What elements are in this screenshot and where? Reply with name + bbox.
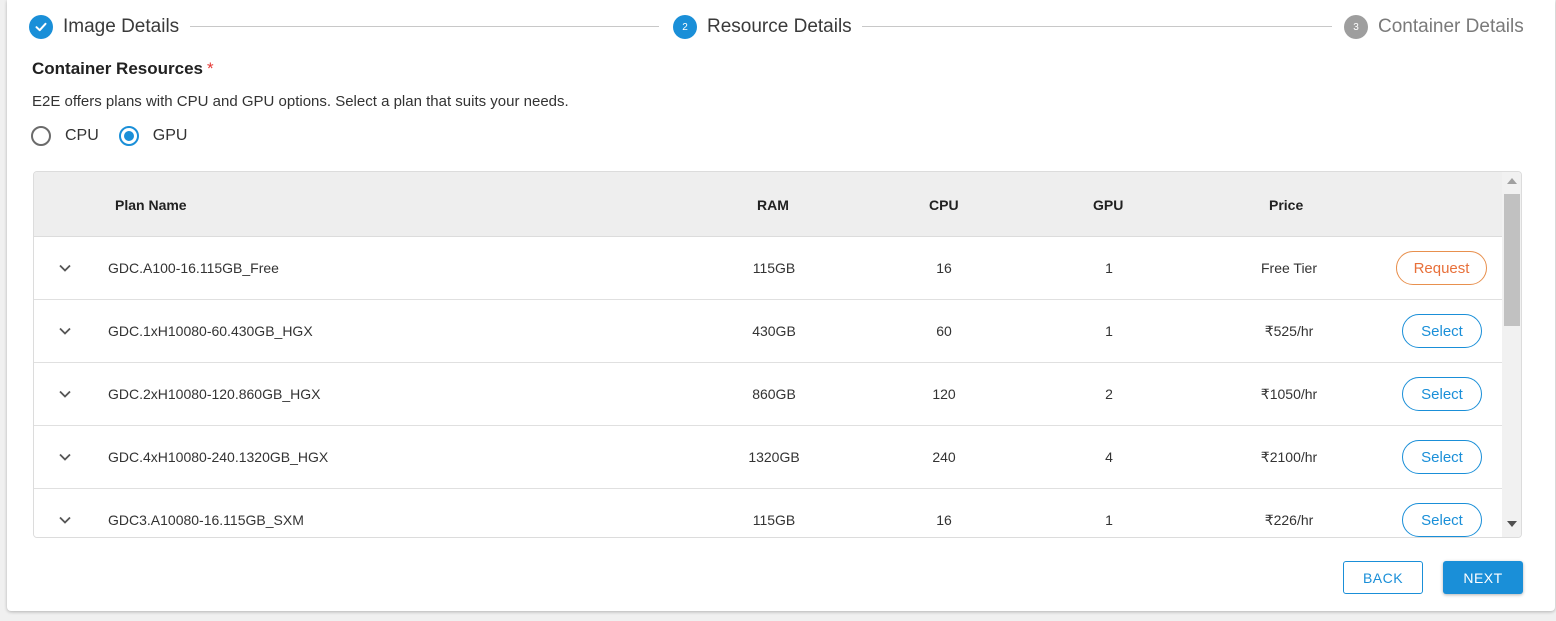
table-header: Plan Name RAM CPU GPU Price [34, 172, 1502, 237]
cell-ram: 115GB [752, 512, 796, 528]
chevron-down-icon[interactable] [56, 322, 74, 340]
header-price: Price [1269, 197, 1304, 213]
select-button[interactable]: Select [1402, 314, 1482, 348]
cell-price: ₹226/hr [1264, 511, 1314, 528]
chevron-down-icon[interactable] [56, 511, 74, 529]
step-container-details[interactable]: 3 Container Details [1344, 10, 1524, 44]
radio-checked-icon[interactable] [118, 126, 139, 146]
chevron-down-icon[interactable] [56, 448, 74, 466]
cell-ram: 115GB [752, 260, 796, 276]
chevron-down-icon[interactable] [56, 259, 74, 277]
cell-plan-name: GDC.1xH10080-60.430GB_HGX [108, 323, 313, 339]
plan-type-radio-group: CPU GPU [31, 124, 207, 148]
cell-cpu: 240 [932, 449, 956, 465]
cell-ram: 430GB [752, 323, 796, 339]
section-description: E2E offers plans with CPU and GPU option… [32, 93, 569, 110]
cell-price: ₹1050/hr [1260, 385, 1318, 402]
cell-price: ₹2100/hr [1260, 448, 1318, 465]
scroll-down-arrow-icon[interactable] [1507, 521, 1517, 527]
step-resource-details[interactable]: 2 Resource Details [673, 10, 852, 44]
required-mark: * [207, 59, 214, 78]
cell-gpu: 1 [1105, 323, 1113, 339]
scroll-thumb[interactable] [1504, 194, 1520, 326]
step-connector [862, 26, 1332, 27]
table-row: GDC3.A10080-16.115GB_SXM 115GB 16 1 ₹226… [34, 489, 1502, 537]
step-number: 3 [1344, 15, 1368, 39]
table-row: GDC.4xH10080-240.1320GB_HGX 1320GB 240 4… [34, 426, 1502, 489]
step-image-details[interactable]: Image Details [29, 10, 179, 44]
table-row: GDC.A100-16.115GB_Free 115GB 16 1 Free T… [34, 237, 1502, 300]
cell-cpu: 120 [932, 386, 956, 402]
cell-ram: 860GB [752, 386, 796, 402]
step-label: Image Details [63, 16, 180, 37]
select-button[interactable]: Select [1402, 503, 1482, 537]
step-number: 2 [673, 15, 697, 39]
radio-dot [123, 131, 134, 141]
cell-price: Free Tier [1260, 260, 1317, 276]
scroll-up-arrow-icon[interactable] [1507, 178, 1517, 184]
header-gpu: GPU [1093, 197, 1124, 213]
cell-gpu: 4 [1105, 449, 1113, 465]
table-scrollbar[interactable] [1502, 172, 1521, 537]
cell-plan-name: GDC.2xH10080-120.860GB_HGX [108, 386, 321, 402]
stepper: Image Details 2 Resource Details 3 Conta… [29, 10, 1525, 44]
step-label: Container Details [1378, 16, 1524, 37]
section-title: Container Resources * [32, 59, 214, 79]
header-cpu: CPU [929, 197, 959, 213]
header-ram: RAM [757, 197, 789, 213]
cell-ram: 1320GB [748, 449, 800, 465]
radio-label: CPU [65, 127, 99, 144]
radio-cpu[interactable]: CPU [31, 126, 99, 146]
check-icon [29, 15, 53, 39]
cell-cpu: 16 [936, 512, 952, 528]
section-title-text: Container Resources [32, 59, 203, 78]
radio-unchecked-icon[interactable] [31, 126, 51, 146]
request-button[interactable]: Request [1396, 251, 1487, 285]
cell-cpu: 60 [936, 323, 952, 339]
chevron-down-icon[interactable] [56, 385, 74, 403]
cell-gpu: 1 [1105, 512, 1113, 528]
radio-label: GPU [152, 127, 188, 144]
wizard-card: Image Details 2 Resource Details 3 Conta… [7, 0, 1555, 611]
cell-plan-name: GDC3.A10080-16.115GB_SXM [108, 512, 304, 528]
header-plan-name: Plan Name [115, 197, 187, 213]
cell-gpu: 2 [1105, 386, 1113, 402]
select-button[interactable]: Select [1402, 440, 1482, 474]
cell-plan-name: GDC.A100-16.115GB_Free [108, 260, 279, 276]
plans-table: Plan Name RAM CPU GPU Price GDC.A100-16.… [33, 171, 1522, 538]
table-row: GDC.1xH10080-60.430GB_HGX 430GB 60 1 ₹52… [34, 300, 1502, 363]
select-button[interactable]: Select [1402, 377, 1482, 411]
table-body: GDC.A100-16.115GB_Free 115GB 16 1 Free T… [34, 237, 1502, 537]
cell-plan-name: GDC.4xH10080-240.1320GB_HGX [108, 449, 329, 465]
cell-price: ₹525/hr [1264, 322, 1314, 339]
table-row: GDC.2xH10080-120.860GB_HGX 860GB 120 2 ₹… [34, 363, 1502, 426]
step-label: Resource Details [707, 16, 852, 37]
cell-gpu: 1 [1105, 260, 1113, 276]
step-connector [190, 26, 659, 27]
back-button[interactable]: BACK [1343, 561, 1423, 594]
radio-gpu[interactable]: GPU [118, 126, 188, 146]
next-button[interactable]: NEXT [1443, 561, 1523, 594]
cell-cpu: 16 [936, 260, 952, 276]
